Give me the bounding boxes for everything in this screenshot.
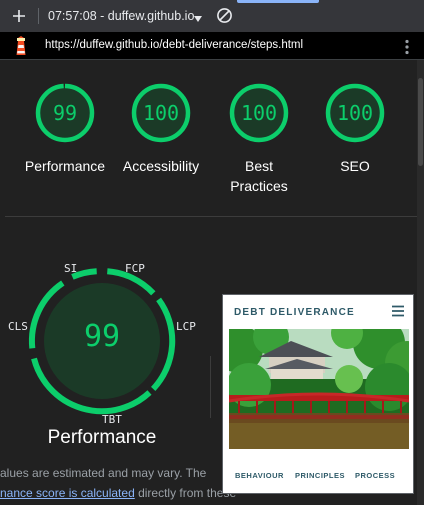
tab-title[interactable]: 07:57:08 - duffew.github.io: [48, 9, 194, 23]
kebab-menu-icon[interactable]: [404, 39, 410, 60]
category-label: SEO: [340, 158, 370, 174]
category-label: Best Practices: [230, 158, 288, 194]
plus-icon[interactable]: [9, 6, 29, 26]
seo-score-gauge[interactable]: 100: [324, 82, 386, 144]
nav-link-principles: PRINCIPLES: [295, 471, 346, 480]
tab-bar: 07:57:08 - duffew.github.io: [0, 0, 424, 32]
performance-title: Performance: [47, 427, 157, 448]
url-text[interactable]: https://duffew.github.io/debt-deliveranc…: [45, 39, 303, 51]
metric-label-fcp: FCP: [125, 262, 145, 275]
metric-label-lcp: LCP: [176, 320, 196, 333]
hamburger-menu-icon: [391, 304, 405, 322]
final-screenshot[interactable]: DEBT DELIVERANCE BEHAVIOUR PRINCIPLES PR…: [222, 294, 414, 494]
caret-down-icon[interactable]: [193, 10, 203, 28]
category-label: Accessibility: [122, 158, 200, 174]
scrollbar-thumb[interactable]: [418, 78, 423, 166]
lighthouse-icon: [12, 36, 30, 61]
metric-label-cls: CLS: [8, 320, 28, 333]
score-value: 100: [142, 101, 180, 125]
nav-link-behaviour: BEHAVIOUR: [235, 471, 284, 480]
address-bar[interactable]: https://duffew.github.io/debt-deliveranc…: [0, 32, 424, 60]
note-suffix: directly from these: [134, 486, 237, 500]
category-label: Performance: [24, 158, 106, 174]
nav-link-process: PROCESS: [355, 471, 396, 480]
score-value: 100: [336, 101, 374, 125]
performance-score-gauge[interactable]: 99: [34, 82, 96, 144]
best-practices-score-gauge[interactable]: 100: [228, 82, 290, 144]
score-calculator-link[interactable]: nance score is calculated: [0, 486, 135, 500]
score-value: 99: [52, 101, 78, 125]
hero-image: [229, 329, 409, 449]
performance-score-value: 99: [83, 319, 121, 354]
score-value: 100: [240, 101, 278, 125]
accessibility-score-gauge[interactable]: 100: [130, 82, 192, 144]
column-divider: [210, 356, 211, 418]
metric-label-si: SI: [64, 262, 78, 275]
active-tab-indicator: [237, 0, 319, 3]
metric-label-tbt: TBT: [102, 413, 122, 426]
estimate-disclaimer: alues are estimated and may vary. The: [0, 466, 207, 480]
blocked-icon[interactable]: [216, 7, 233, 29]
score-calculation-note: nance score is calculated directly from …: [0, 486, 236, 500]
site-title: DEBT DELIVERANCE: [234, 307, 355, 318]
section-divider: [5, 216, 417, 217]
tab-separator: [38, 8, 39, 24]
